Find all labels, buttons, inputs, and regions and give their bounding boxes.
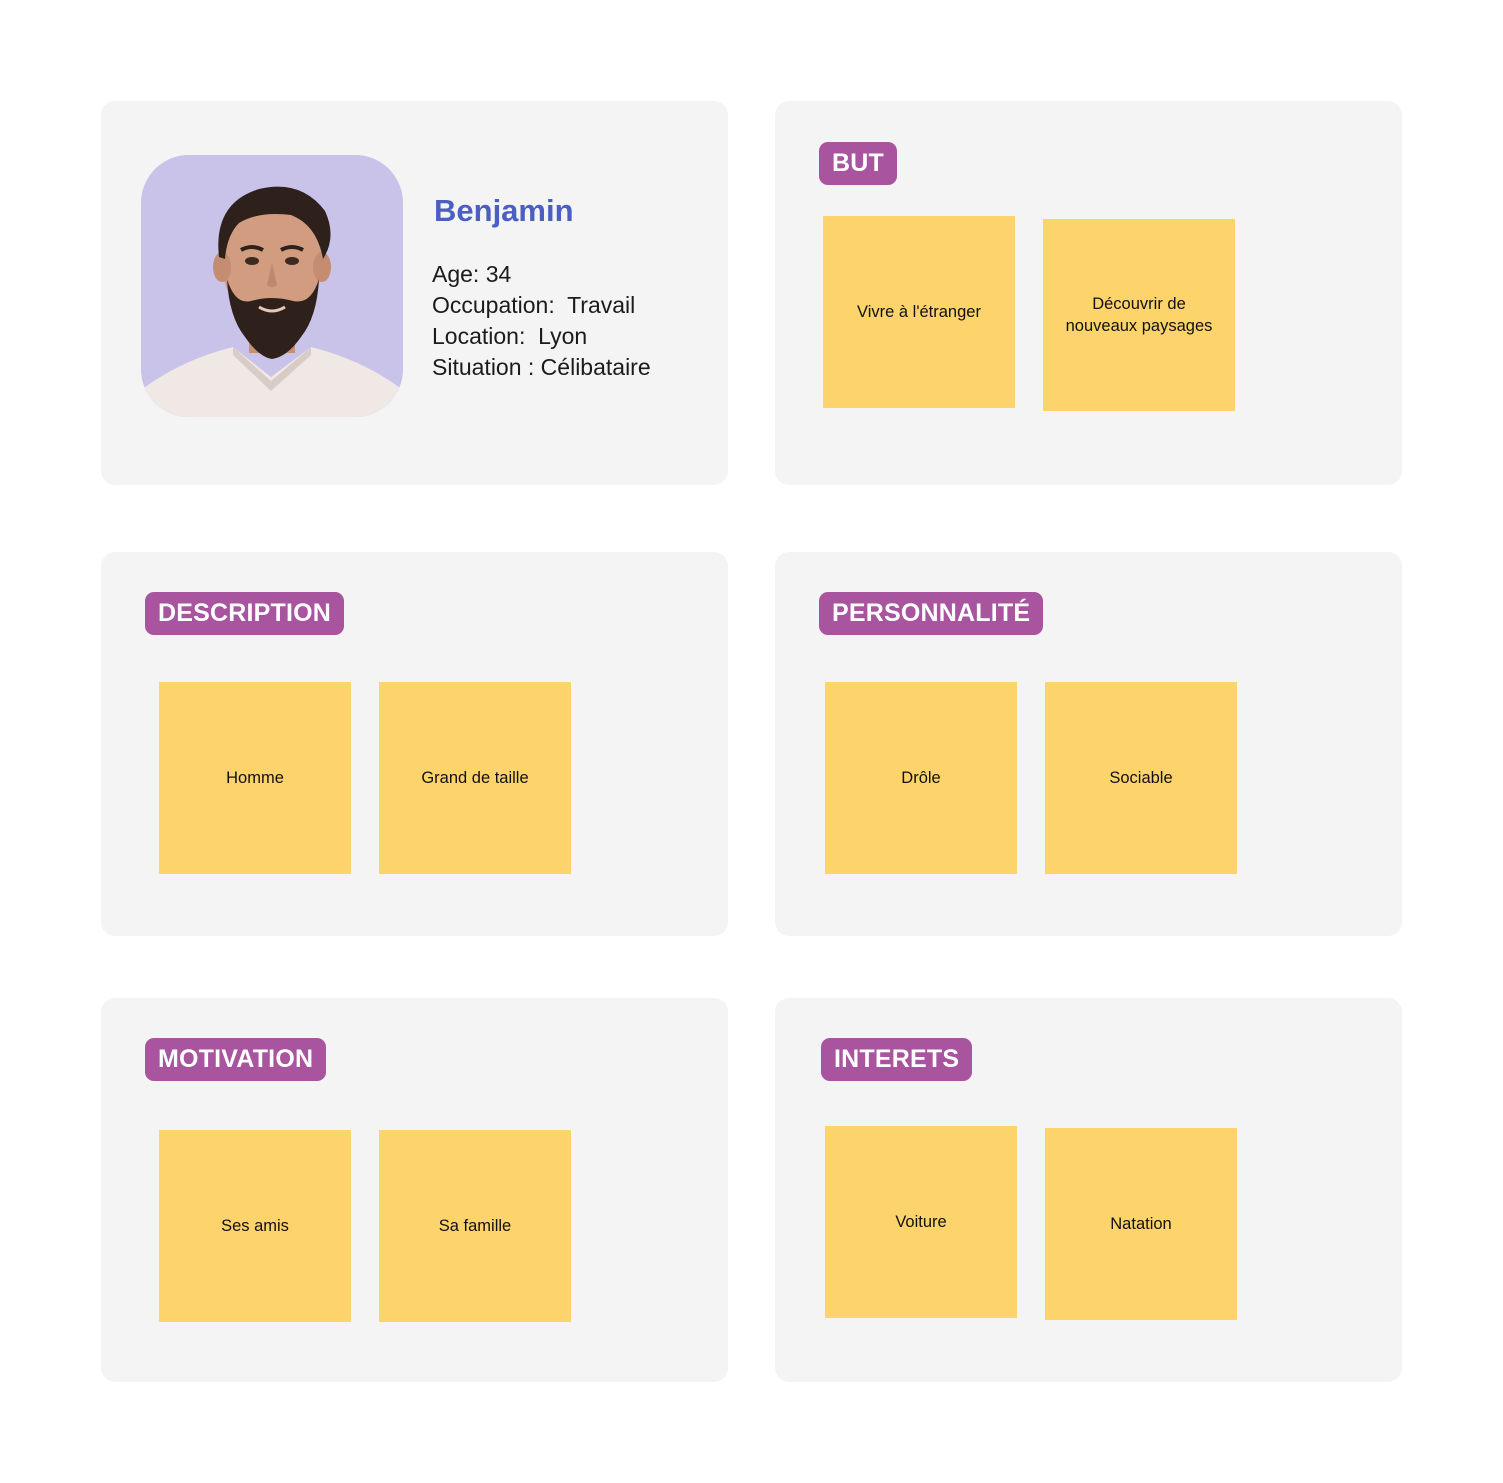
description-badge: DESCRIPTION [145,592,345,635]
motivation-card: MOTIVATION Ses amis Sa famille [101,998,728,1382]
profile-card: Benjamin Age: 34 Occupation: Travail Loc… [101,101,728,485]
sticky-note: Drôle [825,682,1017,874]
description-card: DESCRIPTION Homme Grand de taille [101,552,728,936]
sticky-note: Sociable [1045,682,1237,874]
personnalite-badge: PERSONNALITÉ [819,592,1044,635]
person-photo-icon [141,155,403,417]
sticky-note: Natation [1045,1128,1237,1320]
but-badge: BUT [819,142,897,185]
sticky-note: Homme [159,682,351,874]
but-card: BUT Vivre à l'étranger Découvrir de nouv… [775,101,1402,485]
avatar [141,155,403,417]
interets-badge: INTERETS [821,1038,973,1081]
interets-card: INTERETS Voiture Natation [775,998,1402,1382]
persona-location: Location: Lyon [432,323,588,349]
persona-info: Age: 34 Occupation: Travail Location: Ly… [432,259,651,383]
personnalite-card: PERSONNALITÉ Drôle Sociable [775,552,1402,936]
motivation-badge: MOTIVATION [145,1038,327,1081]
sticky-note: Sa famille [379,1130,571,1322]
sticky-note: Grand de taille [379,682,571,874]
sticky-note: Ses amis [159,1130,351,1322]
sticky-note: Voiture [825,1126,1017,1318]
persona-age: Age: 34 [432,261,512,287]
sticky-note: Découvrir de nouveaux paysages [1043,219,1235,411]
persona-situation: Situation : Célibataire [432,354,651,380]
persona-occupation: Occupation: Travail [432,292,636,318]
sticky-note: Vivre à l'étranger [823,216,1015,408]
persona-name: Benjamin [434,193,574,228]
